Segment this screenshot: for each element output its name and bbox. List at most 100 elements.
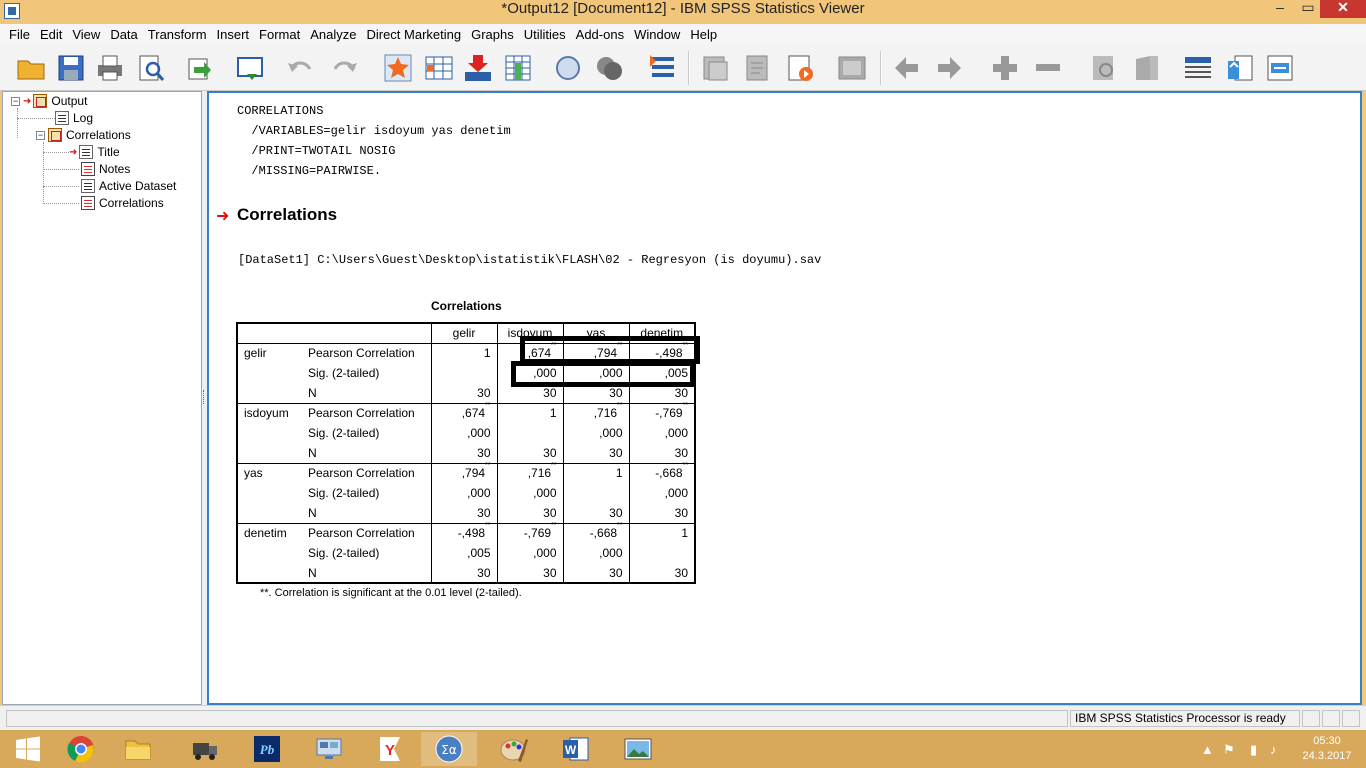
taskbar-spss[interactable]: Σα xyxy=(421,732,477,766)
cell-value: 1 xyxy=(681,526,688,541)
maximize-button[interactable]: ▭ xyxy=(1296,0,1320,18)
goto-variable-icon[interactable] xyxy=(463,53,493,83)
battery-icon[interactable]: ▮ xyxy=(1250,742,1257,758)
show-icon[interactable] xyxy=(1089,53,1119,83)
menu-edit[interactable]: Edit xyxy=(35,24,67,45)
taskbar-clock[interactable]: 05:30 24.3.2017 xyxy=(1298,734,1356,764)
table-row: Sig. (2-tailed) ,000 ,000 ,000 xyxy=(236,483,696,503)
table-cell: ,000 xyxy=(562,543,629,563)
save-icon[interactable] xyxy=(56,53,86,83)
insert-title-icon[interactable] xyxy=(1225,53,1255,83)
open-icon[interactable] xyxy=(16,53,46,83)
taskbar-pb-app[interactable]: Pb xyxy=(239,732,295,766)
notes-icon xyxy=(81,162,95,176)
start-button[interactable] xyxy=(0,732,56,766)
output-content-pane[interactable]: CORRELATIONS /VARIABLES=gelir isdoyum ya… xyxy=(207,91,1362,705)
row-var-blank xyxy=(236,503,302,524)
tree-item-correlations[interactable]: − Correlations xyxy=(36,127,131,143)
tree-item-log[interactable]: Log xyxy=(55,110,93,126)
print-preview-icon[interactable] xyxy=(136,53,166,83)
taskbar-paint[interactable] xyxy=(486,732,542,766)
tree-item-output[interactable]: − ➜ Output xyxy=(11,93,87,109)
menu-direct-marketing[interactable]: Direct Marketing xyxy=(361,24,466,45)
cell-value: -,668 xyxy=(589,526,618,541)
menu-utilities[interactable]: Utilities xyxy=(519,24,571,45)
cell-value: 1 xyxy=(483,346,491,361)
taskbar-word[interactable]: W xyxy=(548,732,604,766)
splitter-grip[interactable] xyxy=(203,390,206,404)
collapse-toggle[interactable]: − xyxy=(11,96,20,106)
menu-help[interactable]: Help xyxy=(685,24,722,45)
row-var-blank xyxy=(236,423,302,443)
menu-graphs[interactable]: Graphs xyxy=(466,24,519,45)
table-cell: -,498** xyxy=(430,522,497,543)
tree-item-notes[interactable]: Notes xyxy=(81,161,130,177)
action-center-flag-icon[interactable]: ⚑ xyxy=(1223,742,1235,758)
row-var-blank xyxy=(236,383,302,404)
goto-case-icon[interactable] xyxy=(424,53,454,83)
toolbar xyxy=(0,45,1366,91)
header-corner xyxy=(236,322,431,344)
arrow-right-icon[interactable] xyxy=(935,53,965,83)
demote-icon[interactable] xyxy=(785,53,815,83)
expand-icon[interactable] xyxy=(837,53,867,83)
sig-marker: ** xyxy=(682,402,688,410)
menu-file[interactable]: File xyxy=(4,24,35,45)
hide-icon[interactable] xyxy=(1132,53,1162,83)
table-cell xyxy=(628,543,696,563)
minimize-button[interactable]: – xyxy=(1268,0,1292,18)
taskbar-photo-viewer[interactable] xyxy=(610,732,666,766)
minus-icon[interactable] xyxy=(1033,53,1063,83)
taskbar-network-app[interactable] xyxy=(301,732,357,766)
promote-icon[interactable] xyxy=(743,53,773,83)
tray-expand-icon[interactable]: ▲ xyxy=(1201,742,1214,757)
row-var-label: gelir xyxy=(236,343,302,363)
menu-data[interactable]: Data xyxy=(105,24,142,45)
spss-icon: Σα xyxy=(435,735,463,763)
current-item-arrow-icon: ➜ xyxy=(69,146,78,158)
tree-item-correlations-table[interactable]: Correlations xyxy=(81,195,164,211)
designate-window-icon[interactable] xyxy=(553,53,583,83)
recall-dialog-icon[interactable] xyxy=(235,53,265,83)
volume-icon[interactable]: ♪ xyxy=(1270,742,1277,757)
tree-line xyxy=(43,169,79,170)
taskbar-explorer[interactable] xyxy=(110,732,166,766)
print-icon[interactable] xyxy=(95,53,125,83)
close-button[interactable]: ✕ xyxy=(1320,0,1366,18)
table-row: Sig. (2-tailed) ,005 ,000 ,000 xyxy=(236,543,696,563)
tree-item-active-dataset[interactable]: Active Dataset xyxy=(81,178,176,194)
menu-format[interactable]: Format xyxy=(254,24,305,45)
undo-icon[interactable] xyxy=(285,53,315,83)
yandex-icon: Y xyxy=(380,737,400,761)
menu-add-ons[interactable]: Add-ons xyxy=(571,24,629,45)
taskbar-yandex[interactable]: Y xyxy=(362,732,418,766)
export-icon[interactable] xyxy=(184,53,214,83)
script-icon[interactable] xyxy=(648,53,678,83)
taskbar-chrome[interactable] xyxy=(53,732,109,766)
menu-view[interactable]: View xyxy=(67,24,105,45)
tree-item-title[interactable]: ➜ Title xyxy=(69,144,120,160)
arrow-left-icon[interactable] xyxy=(891,53,921,83)
taskbar-truck-app[interactable] xyxy=(177,732,233,766)
run-icon[interactable] xyxy=(594,53,624,83)
table-row: Sig. (2-tailed) ,000 ,000 ,000 xyxy=(236,423,696,443)
variables-icon[interactable] xyxy=(503,53,533,83)
tree-line xyxy=(43,186,79,187)
section-title[interactable]: Correlations xyxy=(237,205,337,225)
goto-data-icon[interactable] xyxy=(383,53,413,83)
menu-insert[interactable]: Insert xyxy=(212,24,255,45)
insert-output-icon[interactable] xyxy=(700,53,730,83)
menu-analyze[interactable]: Analyze xyxy=(305,24,361,45)
table-cell: 30 xyxy=(562,503,629,524)
plus-icon[interactable] xyxy=(990,53,1020,83)
menu-window[interactable]: Window xyxy=(629,24,685,45)
menu-transform[interactable]: Transform xyxy=(143,24,212,45)
stat-label: N xyxy=(302,443,432,464)
insert-heading-icon[interactable] xyxy=(1183,53,1213,83)
stat-label: N xyxy=(302,563,432,584)
table-cell: 30 xyxy=(628,443,696,464)
highlight-box-sig xyxy=(511,361,695,387)
collapse-toggle[interactable]: − xyxy=(36,130,45,140)
insert-text-icon[interactable] xyxy=(1265,53,1295,83)
redo-icon[interactable] xyxy=(330,53,360,83)
